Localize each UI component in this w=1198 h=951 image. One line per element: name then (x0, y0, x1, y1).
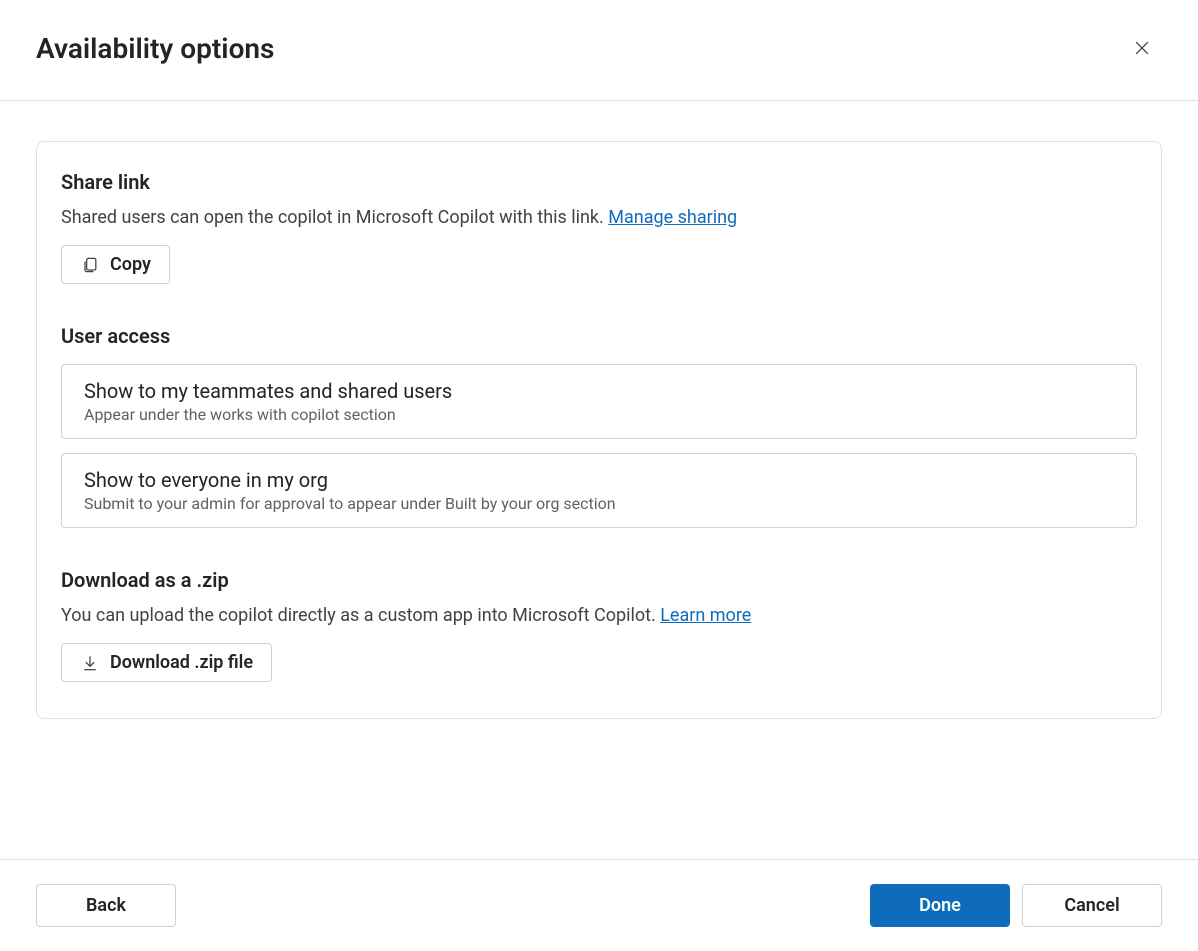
user-access-heading: User access (61, 324, 1137, 348)
copy-icon (80, 255, 100, 275)
close-button[interactable] (1122, 28, 1162, 68)
download-description: You can upload the copilot directly as a… (61, 602, 1137, 629)
download-icon (80, 653, 100, 673)
share-link-description-text: Shared users can open the copilot in Mic… (61, 207, 608, 228)
back-button[interactable]: Back (36, 884, 176, 927)
option-subtitle: Submit to your admin for approval to app… (84, 494, 1114, 513)
share-link-heading: Share link (61, 170, 1137, 194)
dialog-footer: Back Done Cancel (0, 859, 1198, 951)
download-zip-label: Download .zip file (110, 652, 253, 673)
dialog-content: Share link Shared users can open the cop… (0, 101, 1198, 739)
footer-right: Done Cancel (870, 884, 1162, 927)
user-access-option-teammates[interactable]: Show to my teammates and shared users Ap… (61, 364, 1137, 439)
manage-sharing-link[interactable]: Manage sharing (608, 207, 737, 228)
download-section: Download as a .zip You can upload the co… (61, 568, 1137, 682)
share-link-description: Shared users can open the copilot in Mic… (61, 204, 1137, 231)
learn-more-link[interactable]: Learn more (660, 605, 751, 626)
download-description-text: You can upload the copilot directly as a… (61, 605, 660, 626)
close-icon (1132, 38, 1152, 58)
user-access-section: User access Show to my teammates and sha… (61, 324, 1137, 528)
copy-button[interactable]: Copy (61, 245, 170, 284)
done-button[interactable]: Done (870, 884, 1010, 927)
footer-left: Back (36, 884, 176, 927)
download-zip-button[interactable]: Download .zip file (61, 643, 272, 682)
share-link-section: Share link Shared users can open the cop… (61, 170, 1137, 284)
option-subtitle: Appear under the works with copilot sect… (84, 405, 1114, 424)
user-access-option-everyone[interactable]: Show to everyone in my org Submit to you… (61, 453, 1137, 528)
option-title: Show to everyone in my org (84, 468, 1114, 492)
download-heading: Download as a .zip (61, 568, 1137, 592)
cancel-button[interactable]: Cancel (1022, 884, 1162, 927)
option-title: Show to my teammates and shared users (84, 379, 1114, 403)
options-card: Share link Shared users can open the cop… (36, 141, 1162, 719)
dialog-header: Availability options (0, 0, 1198, 101)
copy-button-label: Copy (110, 254, 151, 275)
dialog-title: Availability options (36, 32, 274, 65)
